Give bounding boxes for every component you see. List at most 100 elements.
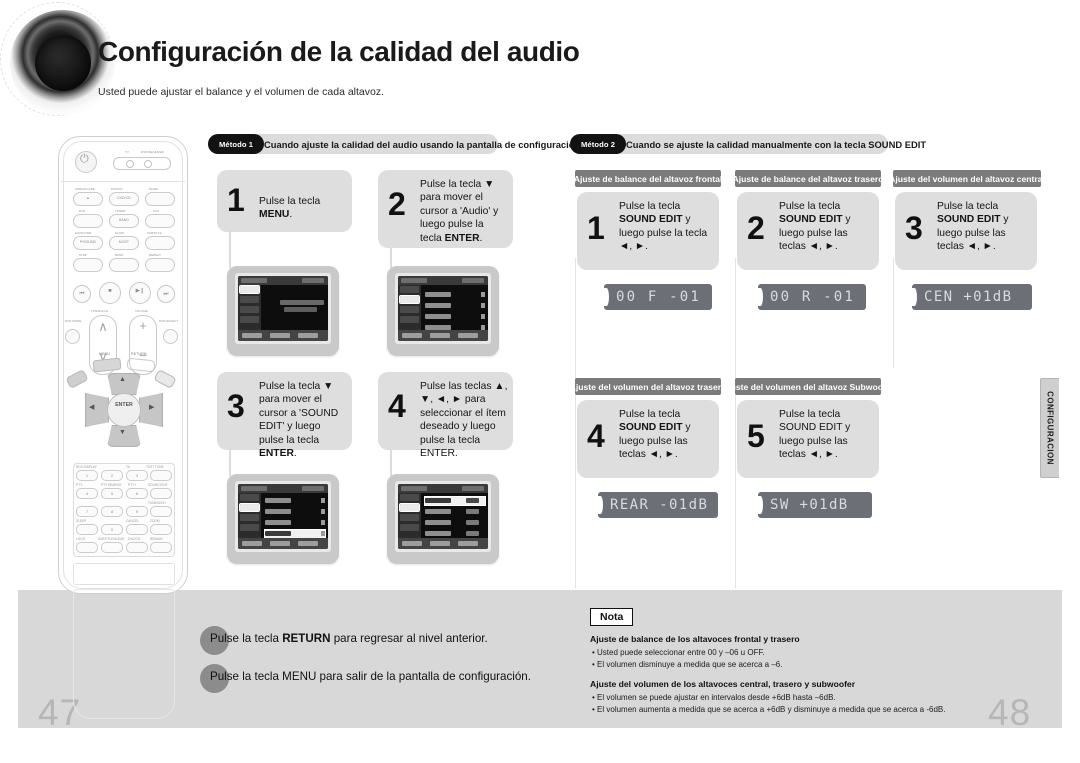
key-1-label: 1	[85, 473, 89, 478]
osd-menu-item	[400, 493, 420, 502]
osd-status-a	[242, 333, 262, 338]
osd-menu-column	[238, 284, 262, 330]
mode-dot-dvd	[144, 160, 152, 168]
logo-key[interactable]	[76, 542, 98, 553]
power-button[interactable]	[75, 151, 97, 173]
step-text-b: SOUND EDIT	[619, 422, 683, 434]
enter-button[interactable]: ENTER	[107, 393, 141, 427]
aux-button[interactable]	[145, 214, 175, 228]
next-button[interactable]: ⏭	[157, 285, 175, 303]
step-number: 2	[388, 186, 406, 222]
step-text-a: Pulse la tecla	[619, 409, 681, 420]
osd-option-label	[424, 531, 452, 536]
test-tone-key[interactable]	[150, 470, 172, 481]
osd-option-value	[465, 509, 480, 514]
sleep-key[interactable]	[76, 524, 98, 535]
key-9[interactable]: 9	[126, 506, 148, 517]
cancel-key[interactable]	[126, 524, 148, 535]
osd-status-c	[458, 333, 478, 338]
stop-icon: ■	[108, 287, 112, 294]
remain-key[interactable]	[150, 542, 172, 553]
navigation-pad[interactable]: ▲ ▼ ◀ ▶ ENTER	[85, 373, 163, 447]
osd-option-row	[264, 519, 326, 527]
step-text-c: .	[293, 448, 297, 460]
key-6[interactable]: 6	[126, 488, 148, 499]
subtitle-audio-key[interactable]	[101, 542, 123, 553]
m2-display-3: CEN +01dB	[912, 284, 1032, 310]
osd-option-label	[424, 520, 452, 525]
dvd-cd-button[interactable]: DVD/CD	[109, 192, 139, 206]
step-button[interactable]	[73, 258, 103, 272]
m2-col3-header: Ajuste del volumen del altavoz central	[889, 170, 1045, 187]
key-8[interactable]: 8	[101, 506, 123, 517]
label-open-close: OPEN/CLOSE	[75, 187, 95, 191]
label-mode: MODE	[149, 187, 159, 191]
m2-step-5: 5 Pulse la tecla SOUND EDIT y luego puls…	[737, 400, 879, 478]
m2-col2-header: Ajuste de balance del altavoz trasero	[733, 170, 883, 187]
key-1[interactable]: 1	[76, 470, 98, 481]
bottom-note-1-a: Pulse la tecla	[210, 632, 283, 645]
osd-option-value	[465, 520, 480, 525]
key-5[interactable]: 5	[101, 488, 123, 499]
m2-divider-3	[893, 258, 895, 368]
osd-menu-item	[400, 315, 420, 323]
key-4[interactable]: 4	[76, 488, 98, 499]
nota-group1-heading: Ajuste de balance de los altavoces front…	[590, 634, 800, 644]
osd-menu-item	[240, 295, 260, 303]
dvd-mode-button[interactable]	[65, 329, 80, 344]
key-3-label: 3	[135, 473, 139, 478]
zoom-key[interactable]	[150, 524, 172, 535]
eq-sound-button[interactable]: P/SOUND	[73, 236, 103, 250]
band-button[interactable]	[109, 258, 139, 272]
osd-option-row	[424, 530, 486, 538]
dvd-button[interactable]	[73, 214, 103, 228]
page-number-right: 48	[988, 692, 1032, 733]
nota-group2-item-1: El volumen se puede ajustar en intervalo…	[592, 693, 836, 702]
key-0[interactable]: 0	[101, 524, 123, 535]
manual-page: 47 48 Configuración de la calidad del au…	[0, 0, 1080, 763]
play-pause-button[interactable]: ▶❙	[129, 282, 151, 304]
step-text: Pulse la tecla MENU.	[259, 195, 347, 222]
dvd-effect-button[interactable]	[163, 329, 178, 344]
key-7[interactable]: 7	[76, 506, 98, 517]
bottom-note-2: Pulse la tecla MENU para salir de la pan…	[210, 670, 531, 683]
step-text: Pulse la tecla SOUND EDIT y luego pulse …	[619, 408, 713, 462]
label-dvd: DVD	[79, 209, 86, 213]
osd-option-value	[465, 531, 480, 536]
tuner-band-button[interactable]: BAND	[109, 214, 139, 228]
osd-statusbar	[398, 538, 488, 549]
step-text-c: .	[479, 232, 483, 244]
key-3[interactable]: 3	[126, 470, 148, 481]
dvd-cd-key[interactable]	[126, 542, 148, 553]
tv-screenshot-4	[387, 474, 499, 564]
open-close-button[interactable]: ▲	[73, 192, 103, 206]
label-eq-sound: EQ/SOUND	[75, 231, 92, 235]
previous-button[interactable]: ⏮	[73, 285, 91, 303]
method1-badge: Método 1	[208, 134, 265, 154]
tv-screen	[238, 484, 328, 549]
method1-stem-4	[390, 450, 392, 476]
osd-option-arrow	[321, 531, 326, 536]
step-text: Pulse las teclas ▲, ▼, ◄, ► para selecci…	[420, 381, 508, 460]
tv-dvd-mode-slider[interactable]	[113, 157, 171, 170]
sound-edit-key[interactable]	[150, 488, 172, 499]
volume-up-icon: +	[139, 318, 147, 333]
tuning-ch-key[interactable]	[150, 506, 172, 517]
nota-group2-item-2: El volumen aumenta a medida que se acerc…	[592, 705, 945, 714]
method1-heading: Cuando ajuste la calidad del audio usand…	[264, 138, 581, 150]
slow-button[interactable]: MOST	[109, 236, 139, 250]
key-2[interactable]: 2	[101, 470, 123, 481]
osd-title-right	[302, 278, 324, 283]
repeat-button[interactable]	[145, 258, 175, 272]
osd-title-left	[241, 486, 267, 491]
osd-status-c	[458, 541, 478, 546]
subtitle-button[interactable]	[145, 236, 175, 250]
nav-down-icon: ▼	[119, 429, 126, 436]
mode-button[interactable]	[145, 192, 175, 206]
osd-menu-item	[240, 493, 260, 502]
next-icon: ⏭	[163, 290, 169, 297]
osd-option-label	[264, 498, 292, 503]
stop-button[interactable]: ■	[99, 282, 121, 304]
m2-step-2: 2 Pulse la tecla SOUND EDIT y luego puls…	[737, 192, 879, 270]
m2-col1-header: Ajuste de balance del altavoz frontal	[574, 170, 722, 187]
